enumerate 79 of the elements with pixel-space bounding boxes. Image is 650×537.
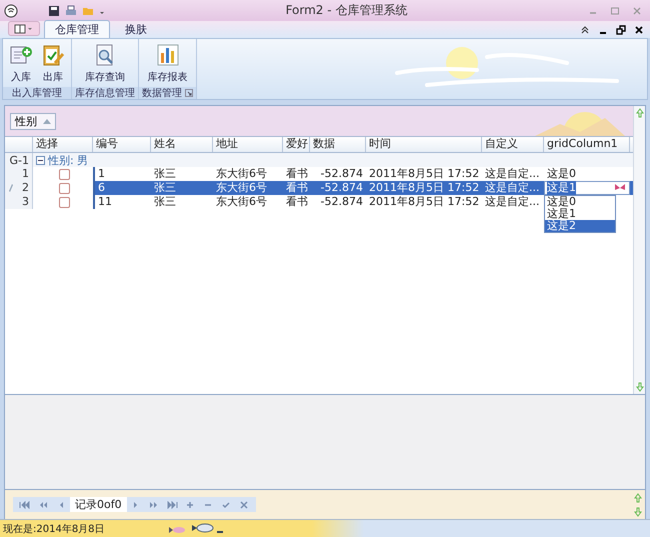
table-cell-text: 东大街6号	[215, 195, 268, 209]
scroll-down-icon[interactable]	[636, 382, 644, 392]
last-icon	[166, 500, 178, 508]
table-cell-text: 这是0	[546, 167, 577, 181]
sort-ascending-icon	[43, 118, 51, 124]
ribbon-button[interactable]: 库存报表	[144, 41, 190, 87]
column-header[interactable]: 爱好	[283, 137, 310, 152]
dropdown-option[interactable]: 这是1	[545, 208, 615, 220]
ribbon-group-label: 库存信息管理	[75, 86, 135, 100]
column-header[interactable]: 时间	[366, 137, 482, 152]
row-indicator: 1	[5, 167, 33, 181]
column-header[interactable]: 自定义	[482, 137, 544, 152]
first-icon	[19, 500, 31, 508]
table-cell-text: 2011年8月5日 17:52	[368, 181, 480, 195]
bar-chart-icon	[156, 43, 180, 67]
accept-icon	[220, 500, 232, 508]
table-cell-text: 2011年8月5日 17:52	[368, 195, 480, 209]
group-column-chip[interactable]: 性别	[10, 112, 56, 130]
clipboard-check-icon	[41, 43, 65, 67]
checkbox[interactable]	[59, 196, 70, 208]
ribbon-button[interactable]: 出库	[38, 41, 68, 87]
table-cell-text: 张三	[153, 167, 177, 181]
table-cell-text: 2011年8月5日 17:52	[368, 167, 480, 181]
collapse-ribbon-icon[interactable]	[580, 24, 590, 34]
scrollbar[interactable]	[633, 106, 645, 394]
table-cell: 6	[93, 181, 151, 195]
column-header[interactable]: 编号	[93, 137, 151, 152]
scroll-up-icon[interactable]	[636, 108, 644, 118]
record-counter: 记录0of0	[70, 497, 127, 512]
table-cell-text: 看书	[285, 167, 309, 181]
table-cell: 11	[93, 195, 151, 209]
table-cell-text: 这是自定...	[484, 195, 540, 209]
row-indicator: 3	[5, 195, 33, 209]
table-cell-text: 张三	[153, 195, 177, 209]
table-cell-text: 看书	[285, 181, 309, 195]
group-row-label: 性别: 男	[48, 153, 88, 168]
ribbon-group-label: 出入库管理	[12, 86, 62, 100]
dropdown-option[interactable]: 这是2	[545, 220, 615, 232]
combo-editor[interactable]: 这是1	[544, 181, 630, 195]
close-icon[interactable]	[634, 24, 644, 34]
scroll-up-icon[interactable]	[634, 492, 642, 502]
save-icon[interactable]	[48, 4, 60, 16]
table-cell-text: 看书	[285, 195, 309, 209]
column-header[interactable]: 地址	[213, 137, 283, 152]
table-cell-text: 东大街6号	[215, 181, 268, 195]
ribbon-button[interactable]: 入库	[6, 41, 36, 87]
column-header[interactable]: 姓名	[151, 137, 213, 152]
row-indicator: 2	[5, 181, 33, 195]
table-cell-text: -52.874	[320, 195, 364, 209]
ribbon-tab[interactable]: 换肤	[114, 20, 158, 38]
scroll-down-icon[interactable]	[634, 506, 642, 516]
table-cell-text: -52.874	[320, 167, 364, 181]
column-header[interactable]: 选择	[33, 137, 93, 152]
table-cell-text: 东大街6号	[215, 167, 268, 181]
table-cell-text: 这是自定...	[484, 181, 540, 195]
table-cell-text: 张三	[153, 181, 177, 195]
printer-icon[interactable]	[65, 4, 77, 16]
column-header[interactable]: gridColumn1	[544, 137, 630, 152]
application-menu-button[interactable]	[8, 21, 40, 36]
window-title: Form2 - 仓库管理系统	[284, 2, 408, 19]
nextpage-icon	[148, 500, 160, 508]
ribbon-group-label: 数据管理	[142, 87, 182, 100]
checkbox[interactable]	[59, 182, 70, 194]
ribbon-tab[interactable]: 仓库管理	[44, 20, 110, 38]
dialog-launcher-icon[interactable]	[185, 89, 193, 97]
column-header[interactable]: 数据	[310, 137, 366, 152]
collapse-icon[interactable]	[36, 156, 45, 165]
checkbox[interactable]	[59, 168, 70, 180]
app-logo-icon[interactable]	[4, 4, 18, 18]
panel-icon	[14, 24, 34, 34]
table-cell-text: -52.874	[320, 181, 364, 195]
butterfly-icon[interactable]	[614, 183, 626, 193]
restore-icon[interactable]	[616, 24, 626, 34]
ribbon-button[interactable]: 库存查询	[82, 41, 128, 87]
dropdown-option[interactable]: 这是0	[545, 196, 615, 208]
table-cell-text: 这是自定...	[484, 167, 540, 181]
status-text: 现在是:2014年8月8日	[2, 522, 105, 536]
maximize-icon[interactable]	[610, 6, 620, 16]
cancel-icon	[238, 500, 250, 508]
